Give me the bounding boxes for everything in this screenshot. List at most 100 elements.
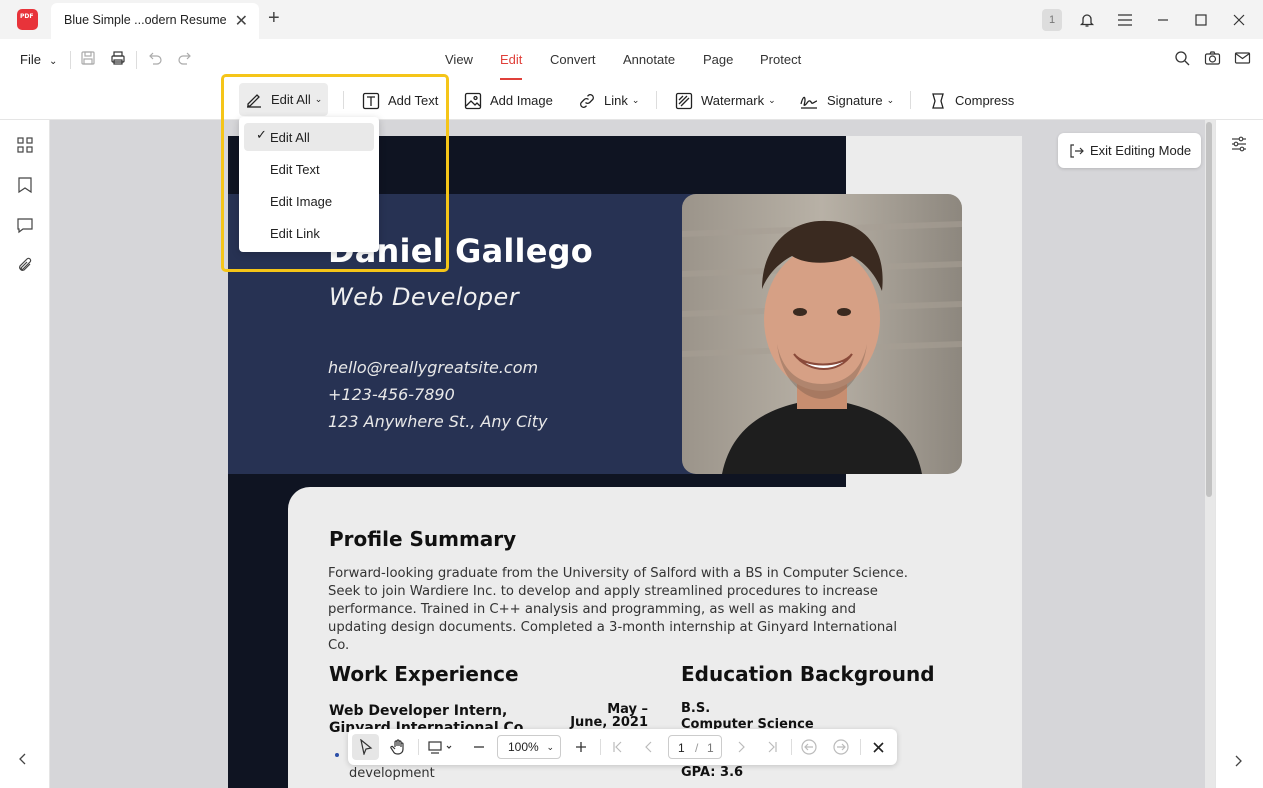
edit-toolbar: Edit All ⌄ Add Text Add Image Link ⌄ Water… <box>0 81 1263 120</box>
maximize-icon[interactable] <box>1191 0 1211 39</box>
divider <box>343 91 344 109</box>
education-heading[interactable]: Education Background <box>681 662 935 686</box>
dropdown-item-edit-all[interactable]: ✓ Edit All <box>244 123 374 151</box>
scrollbar-thumb[interactable] <box>1206 122 1212 497</box>
watermark-button[interactable]: Watermark ⌄ <box>675 81 776 120</box>
app-logo-text: PDF <box>20 13 34 20</box>
resume-address[interactable]: 123 Anywhere St., Any City <box>328 412 547 431</box>
thumbnails-icon[interactable] <box>16 136 34 157</box>
close-window-icon[interactable] <box>1229 0 1249 39</box>
job-bullet-text[interactable]: development <box>349 766 435 781</box>
bell-icon[interactable] <box>1077 0 1097 39</box>
add-text-button[interactable]: Add Text <box>362 81 438 120</box>
camera-icon[interactable] <box>1204 50 1221 69</box>
zoom-level-select[interactable]: 100% ⌄ <box>497 735 561 759</box>
close-toolbar-icon[interactable] <box>868 729 888 765</box>
education-gpa[interactable]: GPA: 3.6 <box>681 765 743 780</box>
comment-icon[interactable] <box>16 216 34 237</box>
forward-view-icon[interactable] <box>831 729 851 765</box>
link-icon <box>580 93 594 108</box>
resume-phone[interactable]: +123-456-7890 <box>328 385 455 404</box>
add-image-label: Add Image <box>490 93 553 108</box>
resume-email[interactable]: hello@reallygreatsite.com <box>328 358 538 377</box>
divider <box>656 91 657 109</box>
image-icon <box>464 92 482 109</box>
chevron-down-icon: ⌄ <box>48 56 58 67</box>
new-tab-icon[interactable]: + <box>268 7 280 30</box>
next-page-icon[interactable] <box>731 729 751 765</box>
signature-icon <box>800 96 818 109</box>
collapse-right-icon[interactable] <box>1233 754 1243 771</box>
add-image-button[interactable]: Add Image <box>464 81 553 120</box>
document-tab[interactable]: Blue Simple ...odern Resume ✕ <box>51 3 259 39</box>
page-display-icon[interactable] <box>426 729 456 765</box>
profile-summary-text[interactable]: Forward-looking graduate from the Univer… <box>328 565 918 655</box>
bookmark-icon[interactable] <box>16 176 34 197</box>
app-logo: PDF <box>17 9 38 30</box>
close-tab-icon[interactable]: ✕ <box>235 11 248 31</box>
back-view-icon[interactable] <box>799 729 819 765</box>
minimize-icon[interactable] <box>1153 0 1173 39</box>
save-icon[interactable] <box>80 50 96 69</box>
profile-summary-heading[interactable]: Profile Summary <box>329 527 516 551</box>
compress-label: Compress <box>955 93 1015 108</box>
exit-editing-mode-button[interactable]: Exit Editing Mode <box>1058 133 1201 168</box>
previous-page-icon[interactable] <box>639 729 659 765</box>
job-date[interactable]: May – June, 2021 <box>568 703 648 729</box>
tab-edit[interactable]: Edit <box>500 52 523 80</box>
collapse-left-icon[interactable] <box>18 752 28 769</box>
document-tab-title: Blue Simple ...odern Resume <box>64 13 227 27</box>
file-menu[interactable]: File ⌄ <box>20 52 57 67</box>
link-button[interactable]: Link ⌄ <box>578 81 639 120</box>
hamburger-menu-icon[interactable] <box>1115 0 1135 39</box>
undo-icon[interactable] <box>147 50 163 69</box>
zoom-out-icon[interactable] <box>469 729 489 765</box>
divider <box>418 739 419 755</box>
zoom-in-icon[interactable] <box>571 729 591 765</box>
tab-protect[interactable]: Protect <box>760 52 801 67</box>
dropdown-item-edit-text[interactable]: Edit Text <box>244 155 374 183</box>
zoom-level-value: 100% <box>508 740 539 754</box>
mail-icon[interactable] <box>1234 50 1251 69</box>
link-label: Link <box>604 93 628 108</box>
tab-page[interactable]: Page <box>703 52 733 67</box>
signature-button[interactable]: Signature ⌄ <box>799 81 894 120</box>
page-count-badge[interactable]: 1 <box>1042 9 1062 31</box>
print-icon[interactable] <box>110 50 126 69</box>
menu-bar: File ⌄ View Edit Convert Annotate Page Pr… <box>0 39 1263 81</box>
divider <box>70 51 71 69</box>
tab-annotate[interactable]: Annotate <box>623 52 675 67</box>
redo-icon[interactable] <box>177 50 193 69</box>
work-experience-heading[interactable]: Work Experience <box>329 662 519 686</box>
last-page-icon[interactable] <box>762 729 782 765</box>
tab-view[interactable]: View <box>445 52 473 67</box>
current-page: 1 <box>678 741 685 755</box>
search-icon[interactable] <box>1174 50 1190 69</box>
cursor-icon[interactable] <box>356 729 376 765</box>
chevron-down-icon: ⌄ <box>631 95 640 105</box>
properties-sliders-icon[interactable] <box>1231 136 1247 155</box>
divider <box>910 91 911 109</box>
chevron-down-icon: ⌄ <box>768 95 776 105</box>
exit-icon <box>1070 143 1084 158</box>
page-number-input[interactable]: 1 / 1 <box>668 735 722 759</box>
divider <box>791 739 792 755</box>
compress-icon <box>932 92 944 109</box>
profile-photo[interactable] <box>682 194 962 474</box>
resume-role[interactable]: Web Developer <box>329 283 519 311</box>
hand-icon[interactable] <box>388 729 408 765</box>
compress-button[interactable]: Compress <box>929 81 1014 120</box>
divider <box>860 739 861 755</box>
edit-all-button[interactable]: Edit All ⌄ <box>239 83 329 116</box>
dropdown-item-edit-image[interactable]: Edit Image <box>244 187 374 215</box>
dropdown-item-edit-link[interactable]: Edit Link <box>244 219 374 247</box>
signature-label: Signature <box>827 93 883 108</box>
page-separator: / <box>695 741 699 755</box>
exit-editing-label: Exit Editing Mode <box>1090 143 1192 158</box>
dropdown-item-label: Edit Text <box>270 161 320 177</box>
attachment-icon[interactable] <box>16 256 34 277</box>
dropdown-item-label: Edit Link <box>270 225 320 241</box>
edit-all-label: Edit All <box>271 92 311 107</box>
first-page-icon[interactable] <box>608 729 628 765</box>
tab-convert[interactable]: Convert <box>550 52 596 67</box>
